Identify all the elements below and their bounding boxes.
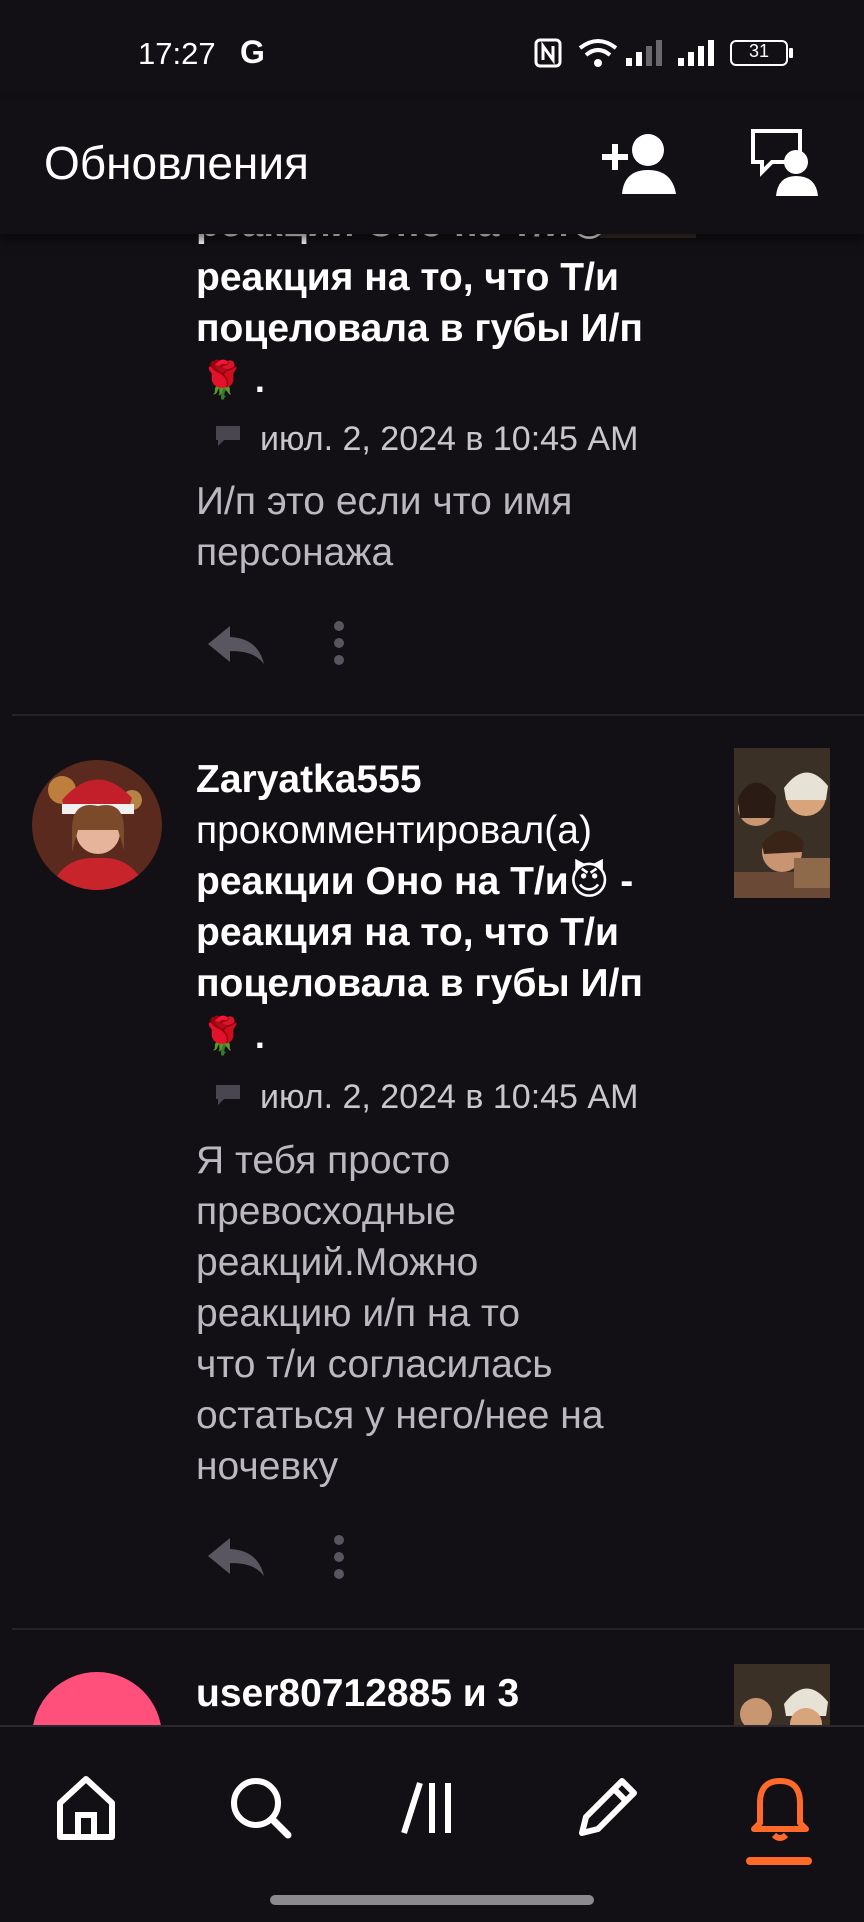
signal-strong-icon	[676, 38, 718, 73]
home-icon[interactable]	[46, 1767, 126, 1847]
comment-icon	[214, 424, 242, 446]
system-home-indicator[interactable]	[270, 1895, 594, 1905]
timestamp: июл. 2, 2024 в 10:45 AM	[260, 1078, 639, 1116]
clock: 17:27	[138, 36, 216, 71]
story-heading-line-3[interactable]: 🌹 .	[200, 1010, 265, 1061]
comment-line-1: превосходные	[196, 1190, 456, 1233]
partial-comment-line-0: И/п это если что имя	[196, 480, 573, 523]
comment-line-6: ночевку	[196, 1445, 339, 1488]
partial-heading-line-2[interactable]: поцеловала в губы И/п	[196, 303, 643, 354]
signal-weak-icon	[624, 38, 666, 73]
story-heading-line-0[interactable]: реакции Оно на Т/и😈 -	[196, 856, 633, 907]
chat-user-icon[interactable]	[750, 128, 824, 198]
next-item-heading[interactable]: user80712885 и 3	[196, 1668, 519, 1719]
action-text: прокомментировал(а)	[196, 809, 592, 852]
avatar[interactable]	[32, 760, 162, 890]
more-options-icon[interactable]	[328, 620, 350, 666]
feed-divider	[12, 1628, 864, 1630]
wifi-icon	[578, 38, 618, 73]
username[interactable]: Zaryatka555	[196, 754, 422, 805]
bottom-navigation	[0, 1725, 864, 1922]
comment-line-4: что т/и согласилась	[196, 1343, 553, 1386]
active-tab-indicator	[746, 1857, 812, 1865]
status-bar: 17:27 G 31	[0, 0, 864, 100]
partial-timestamp: июл. 2, 2024 в 10:45 AM	[260, 420, 639, 458]
partial-heading-line-1[interactable]: реакция на то, что Т/и	[196, 252, 619, 303]
comment-icon	[214, 1083, 242, 1105]
comment-line-2: реакций.Можно	[196, 1241, 479, 1284]
app-header: Обновления	[0, 100, 864, 234]
battery-level: 31	[748, 41, 770, 61]
story-thumbnail[interactable]	[734, 748, 830, 898]
story-heading-line-1[interactable]: реакция на то, что Т/и	[196, 907, 619, 958]
updates-feed: реакции Оно на Т/и😈 реакция на то, что Т…	[0, 0, 864, 1725]
comment-line-5: остаться у него/нее на	[196, 1394, 604, 1437]
comment-line-3: реакцию и/п на то	[196, 1292, 521, 1335]
search-icon[interactable]	[220, 1767, 300, 1847]
write-icon[interactable]	[568, 1767, 648, 1847]
partial-heading-line-3[interactable]: 🌹 .	[200, 354, 265, 405]
nfc-icon	[534, 38, 562, 73]
notifications-icon[interactable]	[740, 1767, 820, 1847]
avatar[interactable]	[32, 1672, 162, 1725]
reply-icon[interactable]	[204, 622, 268, 666]
story-heading-line-2[interactable]: поцеловала в губы И/п	[196, 958, 643, 1009]
battery-icon: 31	[730, 40, 793, 68]
feed-divider	[12, 714, 864, 716]
more-options-icon[interactable]	[328, 1534, 350, 1580]
reply-icon[interactable]	[204, 1534, 268, 1578]
google-icon: G	[240, 34, 265, 70]
add-user-icon[interactable]	[600, 130, 680, 200]
comment-line-0: Я тебя просто	[196, 1139, 451, 1182]
library-icon[interactable]	[394, 1767, 474, 1847]
partial-comment-line-1: персонажа	[196, 531, 394, 574]
page-title: Обновления	[44, 137, 309, 189]
story-thumbnail[interactable]	[734, 1664, 830, 1725]
